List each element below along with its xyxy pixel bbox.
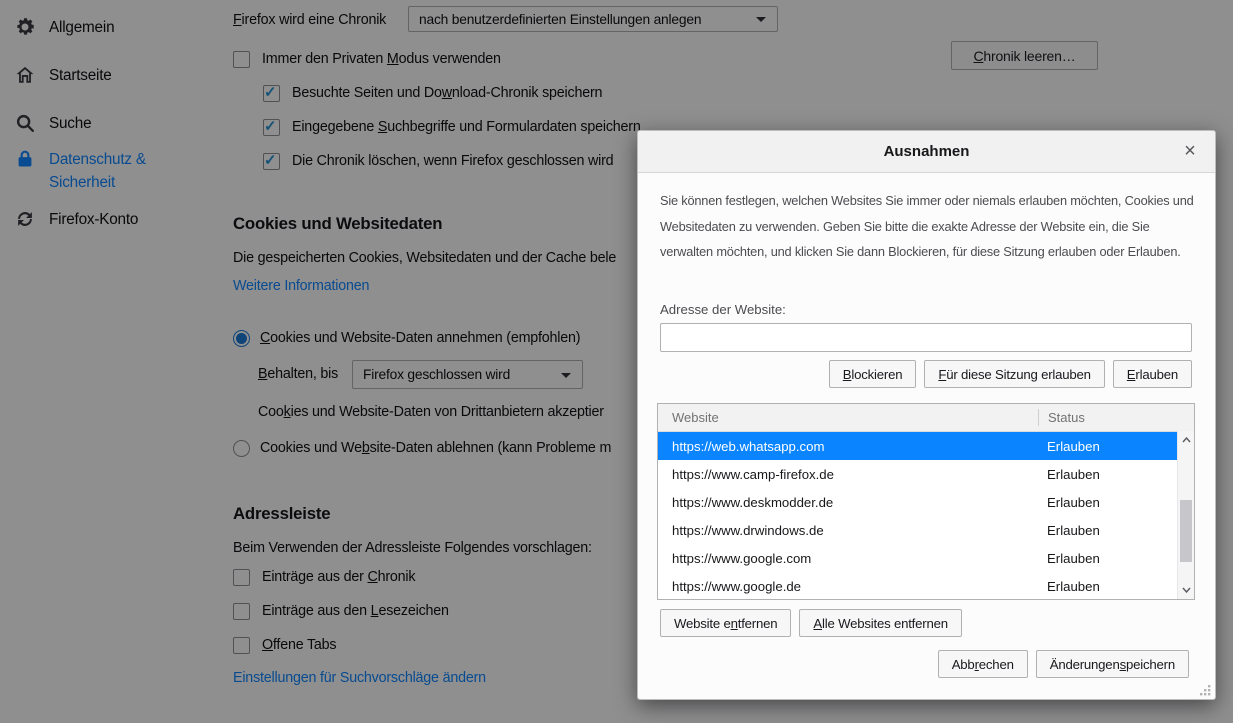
table-row[interactable]: https://www.camp-firefox.de Erlauben	[658, 460, 1177, 488]
website-cell: https://www.drwindows.de	[658, 523, 1038, 538]
dialog-header: Ausnahmen ×	[638, 131, 1215, 173]
status-cell: Erlauben	[1038, 551, 1100, 566]
status-cell: Erlauben	[1038, 579, 1100, 594]
website-cell: https://www.google.de	[658, 579, 1038, 594]
cancel-button[interactable]: Abbrechen	[938, 650, 1028, 678]
dialog-title: Ausnahmen	[884, 143, 970, 160]
close-icon[interactable]: ×	[1178, 139, 1202, 163]
save-changes-button[interactable]: Änderungen speichern	[1036, 650, 1189, 678]
exceptions-table: Website Status https://web.whatsapp.com …	[657, 403, 1195, 600]
block-button[interactable]: Blockieren	[829, 360, 917, 388]
status-cell: Erlauben	[1038, 523, 1100, 538]
website-cell: https://web.whatsapp.com	[658, 439, 1038, 454]
remove-website-button[interactable]: Website entfernen	[660, 609, 791, 637]
table-header-row: Website Status	[658, 404, 1194, 432]
website-cell: https://www.camp-firefox.de	[658, 467, 1038, 482]
dialog-footer-buttons: Abbrechen Änderungen speichern	[938, 650, 1189, 678]
table-row[interactable]: https://www.google.de Erlauben	[658, 572, 1177, 600]
table-scrollbar[interactable]	[1177, 431, 1194, 599]
status-cell: Erlauben	[1038, 439, 1100, 454]
scrollbar-thumb[interactable]	[1180, 500, 1192, 562]
table-row[interactable]: https://web.whatsapp.com Erlauben	[658, 432, 1177, 460]
table-row[interactable]: https://www.drwindows.de Erlauben	[658, 516, 1177, 544]
website-cell: https://www.google.com	[658, 551, 1038, 566]
status-cell: Erlauben	[1038, 495, 1100, 510]
allow-button[interactable]: Erlauben	[1113, 360, 1192, 388]
scroll-down-icon[interactable]	[1178, 583, 1194, 597]
allow-session-button[interactable]: Für diese Sitzung erlauben	[924, 360, 1104, 388]
website-column-header: Website	[658, 410, 1038, 425]
dialog-description: Sie können festlegen, welchen Websites S…	[660, 188, 1197, 265]
table-row[interactable]: https://www.google.com Erlauben	[658, 544, 1177, 572]
remove-buttons-row: Website entfernen Alle Websites entferne…	[660, 609, 962, 637]
address-input[interactable]	[660, 323, 1192, 352]
status-column-header: Status	[1038, 409, 1194, 426]
website-cell: https://www.deskmodder.de	[658, 495, 1038, 510]
table-row[interactable]: https://www.deskmodder.de Erlauben	[658, 488, 1177, 516]
remove-all-websites-button[interactable]: Alle Websites entfernen	[799, 609, 961, 637]
address-label: Adresse der Website:	[660, 302, 786, 317]
address-action-row: Blockieren Für diese Sitzung erlauben Er…	[660, 360, 1192, 388]
status-cell: Erlauben	[1038, 467, 1100, 482]
exceptions-dialog: Ausnahmen × Sie können festlegen, welche…	[637, 130, 1216, 700]
scroll-up-icon[interactable]	[1178, 433, 1194, 447]
resize-grip-icon[interactable]	[1200, 685, 1211, 696]
